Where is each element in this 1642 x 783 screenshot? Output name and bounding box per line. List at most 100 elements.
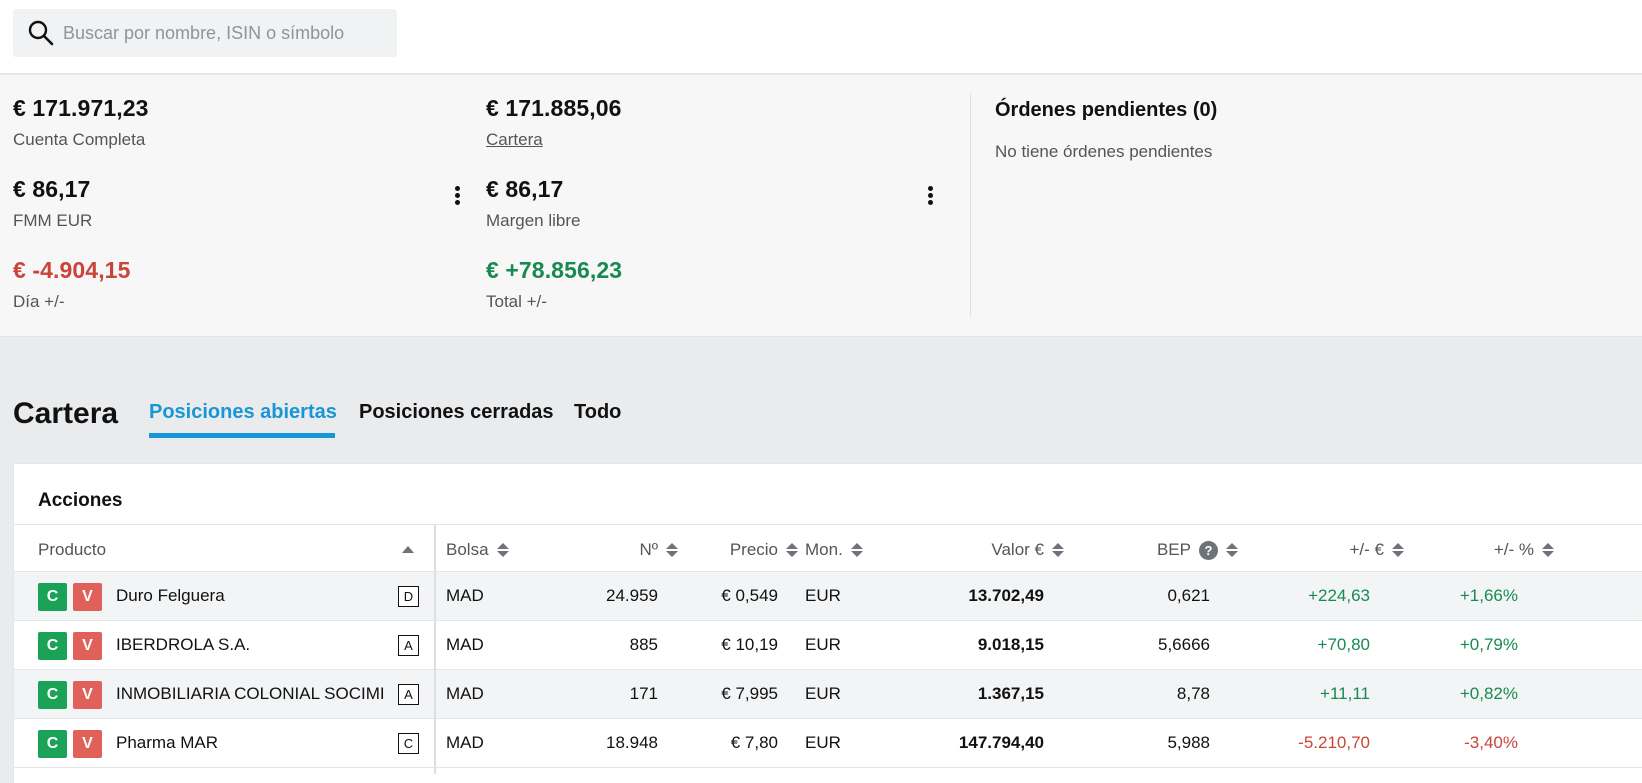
table-row[interactable]: C V Pharma MAR C MAD 18.948 € 7,80 EUR 1… xyxy=(14,719,1642,767)
table-row[interactable]: C V IBERDROLA S.A. A MAD 885 € 10,19 EUR… xyxy=(14,621,1642,669)
n-cell: 171 xyxy=(629,684,658,703)
sort-icon xyxy=(496,542,509,558)
bep-cell: 5,6666 xyxy=(1158,635,1210,654)
buy-button[interactable]: C xyxy=(38,632,67,660)
margen-libre-value: € 86,17 xyxy=(486,176,564,202)
total-label: Total +/- xyxy=(486,292,547,311)
precio-cell: € 7,80 xyxy=(730,733,778,752)
metric-cartera: € 171.885,06 Cartera xyxy=(486,95,622,150)
column-header-mon[interactable]: Mon. xyxy=(805,540,863,560)
buy-button[interactable]: C xyxy=(38,583,67,611)
mon-cell: EUR xyxy=(805,586,841,605)
column-header-precio[interactable]: Precio xyxy=(694,540,798,560)
pl-eur-cell: -5.210,70 xyxy=(1298,733,1370,752)
fmm-label: FMM EUR xyxy=(13,211,93,230)
product-name[interactable]: INMOBILIARIA COLONIAL SOCIMI xyxy=(116,670,385,718)
margen-more-options-icon[interactable] xyxy=(920,181,940,211)
cartera-link[interactable]: Cartera xyxy=(486,130,622,150)
bep-cell: 8,78 xyxy=(1176,684,1210,703)
buy-button[interactable]: C xyxy=(38,730,67,758)
sell-button[interactable]: V xyxy=(73,583,102,611)
valor-cell: 13.702,49 xyxy=(968,586,1044,605)
dia-label: Día +/- xyxy=(13,292,65,311)
precio-cell: € 0,549 xyxy=(721,586,778,605)
margen-libre-label: Margen libre xyxy=(486,211,581,230)
sell-button[interactable]: V xyxy=(73,632,102,660)
metric-fmm: € 86,17 FMM EUR xyxy=(13,176,92,231)
product-category-badge: D xyxy=(398,586,419,607)
account-summary: € 171.971,23 Cuenta Completa € 171.885,0… xyxy=(0,75,1642,337)
fmm-more-options-icon[interactable] xyxy=(447,181,467,211)
buy-button[interactable]: C xyxy=(38,681,67,709)
sort-icon xyxy=(666,542,678,558)
table-row[interactable]: C V INMOBILIARIA COLONIAL SOCIMI A MAD 1… xyxy=(14,670,1642,718)
pl-eur-cell: +11,11 xyxy=(1320,684,1370,703)
summary-divider xyxy=(970,93,971,317)
column-header-bolsa[interactable]: Bolsa xyxy=(446,540,509,560)
bolsa-cell: MAD xyxy=(446,586,484,605)
mon-cell: EUR xyxy=(805,733,841,752)
sort-ascending-icon xyxy=(402,546,414,554)
cartera-value: € 171.885,06 xyxy=(486,95,622,121)
metric-margen-libre: € 86,17 Margen libre xyxy=(486,176,581,231)
sell-button[interactable]: V xyxy=(73,730,102,758)
pl-pct-cell: +0,79% xyxy=(1459,635,1518,654)
pl-pct-cell: -3,40% xyxy=(1464,733,1518,752)
sort-icon xyxy=(1226,542,1238,558)
bolsa-cell: MAD xyxy=(446,684,484,703)
column-header-pl-eur[interactable]: +/- € xyxy=(1284,540,1404,560)
total-value: € +78.856,23 xyxy=(486,257,623,283)
column-header-valor[interactable]: Valor € xyxy=(944,540,1064,560)
bolsa-cell: MAD xyxy=(446,635,484,654)
bolsa-header-label: Bolsa xyxy=(446,540,489,559)
sell-button[interactable]: V xyxy=(73,681,102,709)
bep-cell: 5,988 xyxy=(1167,733,1210,752)
cuenta-completa-label: Cuenta Completa xyxy=(13,130,146,149)
precio-cell: € 7,995 xyxy=(721,684,778,703)
bolsa-cell: MAD xyxy=(446,733,484,752)
portfolio-title: Cartera xyxy=(13,397,119,430)
table-row[interactable]: C V Duro Felguera D MAD 24.959 € 0,549 E… xyxy=(14,572,1642,620)
pl-pct-cell: +0,82% xyxy=(1459,684,1518,703)
metric-dia: € -4.904,15 Día +/- xyxy=(13,257,130,312)
tab-posiciones-abiertas[interactable]: Posiciones abiertas xyxy=(149,401,337,424)
valor-cell: 147.794,40 xyxy=(958,733,1044,752)
help-icon[interactable]: ? xyxy=(1199,540,1218,560)
n-header-label: Nº xyxy=(639,540,659,559)
pl-pct-header-label: +/- % xyxy=(1493,540,1534,559)
product-category-badge: A xyxy=(398,684,419,705)
product-category-badge: A xyxy=(398,635,419,656)
tab-posiciones-cerradas[interactable]: Posiciones cerradas xyxy=(359,401,554,424)
sort-icon xyxy=(1052,542,1064,558)
header-top-divider xyxy=(14,524,1642,525)
search-box[interactable] xyxy=(13,9,397,57)
n-cell: 18.948 xyxy=(606,733,658,752)
mon-cell: EUR xyxy=(805,684,841,703)
dia-value: € -4.904,15 xyxy=(13,257,131,283)
column-header-pl-pct[interactable]: +/- % xyxy=(1434,540,1554,560)
valor-header-label: Valor € xyxy=(991,540,1044,559)
precio-cell: € 10,19 xyxy=(721,635,778,654)
n-cell: 885 xyxy=(629,635,658,654)
sort-icon xyxy=(1392,542,1404,558)
sort-icon xyxy=(786,542,798,558)
column-header-bep[interactable]: BEP? xyxy=(1114,540,1238,560)
column-header-n[interactable]: Nº xyxy=(574,540,678,560)
product-name[interactable]: Duro Felguera xyxy=(116,572,225,620)
tab-todo[interactable]: Todo xyxy=(574,401,621,424)
product-name[interactable]: Pharma MAR xyxy=(116,719,218,767)
section-title-acciones: Acciones xyxy=(38,490,123,511)
mon-header-label: Mon. xyxy=(805,540,843,559)
search-input[interactable] xyxy=(63,22,383,44)
pending-orders-empty: No tiene órdenes pendientes xyxy=(995,142,1213,161)
row-divider xyxy=(14,767,1642,768)
n-cell: 24.959 xyxy=(606,586,658,605)
pl-eur-cell: +70,80 xyxy=(1317,635,1370,654)
pending-orders-title: Órdenes pendientes (0) xyxy=(995,99,1218,121)
valor-cell: 9.018,15 xyxy=(977,635,1044,654)
product-category-badge: C xyxy=(398,733,419,754)
bep-cell: 0,621 xyxy=(1167,586,1210,605)
product-name[interactable]: IBERDROLA S.A. xyxy=(116,621,250,669)
positions-card: Acciones Producto Bolsa Nº Precio Mon. V… xyxy=(13,463,1642,783)
column-header-producto[interactable]: Producto xyxy=(38,540,438,560)
